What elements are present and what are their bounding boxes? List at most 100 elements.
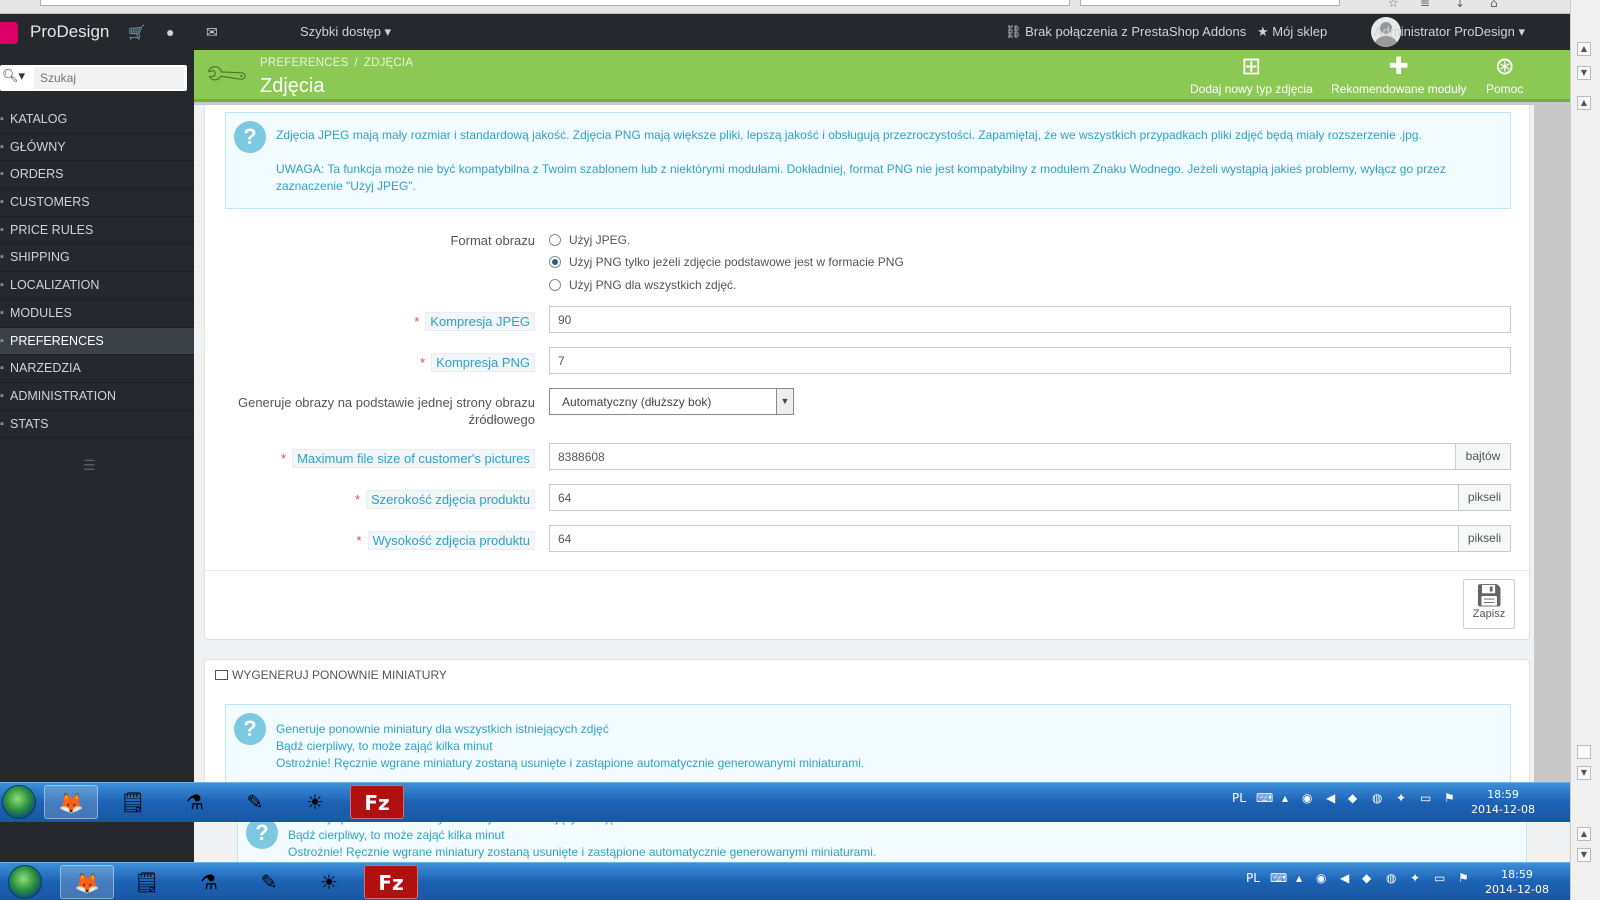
sidebar-item-administration[interactable]: ▪ ADMINISTRATION <box>0 383 194 411</box>
start-button[interactable] <box>8 865 42 899</box>
scroll-down-icon[interactable]: ▼ <box>1577 848 1591 862</box>
sidebar-item-glowny[interactable]: ▪ GŁÓWNY <box>0 134 194 162</box>
pencils-icon[interactable]: ✎ <box>228 785 282 819</box>
firefox-icon[interactable]: 🦊 <box>60 865 114 899</box>
scroll-down-icon[interactable]: ▼ <box>1577 766 1591 780</box>
firefox-icon[interactable]: 🦊 <box>44 785 98 819</box>
keyboard-icon[interactable]: ⌨ <box>1256 791 1273 805</box>
download-icon[interactable]: ↓ <box>1455 0 1465 10</box>
radio-use-jpeg[interactable]: Użyj JPEG. <box>549 233 630 247</box>
flask-icon[interactable]: ⚗ <box>168 785 222 819</box>
prestashop-logo-icon[interactable] <box>0 22 18 44</box>
sidebar-item-orders[interactable]: ▪ ORDERS <box>0 161 194 190</box>
bookmark-star-icon[interactable]: ☆ <box>1388 0 1399 10</box>
png-compression-input[interactable] <box>549 347 1511 374</box>
recommended-modules-button[interactable]: ✚ Rekomendowane moduły <box>1331 54 1466 97</box>
search-input[interactable] <box>34 67 184 89</box>
start-button[interactable] <box>2 785 36 819</box>
radio-button[interactable] <box>549 278 561 291</box>
cart-icon[interactable]: 🛒 <box>128 24 145 41</box>
pencils-icon[interactable]: ✎ <box>242 865 296 899</box>
sidebar-item-price-rules[interactable]: ▪ PRICE RULES <box>0 217 194 245</box>
flask-icon[interactable]: ⚗ <box>182 865 236 899</box>
scroll-up-icon[interactable]: ▲ <box>1577 827 1591 841</box>
browser-search-bar[interactable] <box>1080 0 1340 6</box>
scroll-thumb[interactable] <box>1577 745 1591 759</box>
radio-png-all[interactable]: Użyj PNG dla wszystkich zdjęć. <box>549 278 736 292</box>
sidebar-item-katalog[interactable]: ▪ KATALOG <box>0 106 194 134</box>
keyboard-icon[interactable]: ⌨ <box>1270 871 1287 885</box>
bookmarks-icon[interactable]: ≡ <box>1420 0 1430 10</box>
wifi-icon[interactable]: ◍ <box>1372 791 1382 805</box>
gear-icon: ▪ <box>0 389 4 402</box>
tray-arrow-icon[interactable]: ▴ <box>1296 871 1302 885</box>
max-file-size-input[interactable] <box>549 443 1456 470</box>
flag-icon[interactable]: ⚑ <box>1444 791 1455 805</box>
filezilla-icon[interactable]: Fz <box>364 865 418 899</box>
mail-icon[interactable]: ✉ <box>206 24 218 41</box>
clock[interactable]: 18:59 2014-12-08 <box>1482 867 1552 897</box>
link-icon: ⛓ <box>1005 24 1026 39</box>
save-button[interactable]: 💾︎ Zapisz <box>1463 579 1515 629</box>
taskbar: 🦊 🗒 ⚗ ✎ ☀ Fz PL ⌨ ▴ ◉ ◀ ◆ ◍ ✦ ▭ ⚑ 18:59 2… <box>0 782 1570 822</box>
sidebar-item-stats[interactable]: ▪ STATS <box>0 411 194 439</box>
chevron-down-icon[interactable]: ▼ <box>776 389 793 414</box>
product-width-input[interactable] <box>549 484 1459 511</box>
filezilla-icon[interactable]: Fz <box>350 785 404 819</box>
app-tray-icon[interactable]: ◆ <box>1348 791 1357 805</box>
sidebar-item-customers[interactable]: ▪ CUSTOMERS <box>0 189 194 217</box>
address-bar[interactable] <box>40 0 1070 6</box>
language-indicator[interactable]: PL <box>1232 791 1246 805</box>
monitor-icon[interactable]: ▭ <box>1420 791 1431 805</box>
shield-icon[interactable]: ✦ <box>1410 871 1420 885</box>
flag-icon[interactable]: ⚑ <box>1458 871 1469 885</box>
sidebar-item-localization[interactable]: ▪ LOCALIZATION <box>0 272 194 300</box>
notepad-icon[interactable]: 🗒 <box>106 785 160 819</box>
quick-access-dropdown[interactable]: Szybki dostęp ▾ <box>300 24 391 40</box>
sidebar-item-shipping[interactable]: ▪ SHIPPING <box>0 244 194 273</box>
jpeg-compression-input[interactable] <box>549 306 1511 333</box>
volume-icon[interactable]: ◀ <box>1340 871 1349 885</box>
add-image-type-button[interactable]: ⊞ Dodaj nowy typ zdjęcia <box>1190 54 1313 97</box>
sun-icon[interactable]: ☀ <box>288 785 342 819</box>
clock[interactable]: 18:59 2014-12-08 <box>1468 787 1538 817</box>
scroll-up-icon[interactable]: ▲ <box>1577 42 1591 56</box>
breadcrumb-separator: / <box>354 57 358 69</box>
source-side-select[interactable]: Automatyczny (dłuższy bok) ▼ <box>549 388 794 415</box>
notepad-icon[interactable]: 🗒 <box>120 865 174 899</box>
tray-arrow-icon[interactable]: ▴ <box>1282 791 1288 805</box>
scroll-up-icon[interactable]: ▲ <box>1577 96 1591 110</box>
addons-link[interactable]: ⛓ Brak połączenia z PrestaShop Addons <box>1005 24 1246 40</box>
radio-button-selected[interactable] <box>549 255 561 268</box>
search-icon[interactable]: 🔍︎▾ <box>2 69 25 84</box>
home-icon[interactable]: ⌂ <box>1490 0 1498 10</box>
brand-name[interactable]: ProDesign <box>30 22 109 42</box>
scroll-down-icon[interactable]: ▼ <box>1577 66 1591 80</box>
vertical-scrollbar[interactable]: ▲ ▼ ▲ ▼ ▲ ▼ <box>1570 0 1600 900</box>
language-indicator[interactable]: PL <box>1246 871 1260 885</box>
localization-icon: ▪ <box>0 279 4 292</box>
help-button[interactable]: ⊛ Pomoc <box>1486 54 1523 97</box>
sidebar-item-modules[interactable]: ▪ MODULES <box>0 300 194 328</box>
user-menu[interactable]: Administrator ProDesign ▾ <box>1374 24 1525 40</box>
sun-icon[interactable]: ☀ <box>302 865 356 899</box>
app-tray-icon[interactable]: ◆ <box>1362 871 1371 885</box>
monitor-icon[interactable]: ▭ <box>1434 871 1445 885</box>
sidebar-item-narzedzia[interactable]: ▪ NARZEDZIA <box>0 355 194 383</box>
my-shop-link[interactable]: ★ Mój sklep <box>1257 24 1327 40</box>
product-height-input[interactable] <box>549 525 1459 552</box>
regenerate-info-alert: ? Generuje ponownie miniatury dla wszyst… <box>225 704 1511 782</box>
network-icon[interactable]: ◉ <box>1316 871 1326 885</box>
radio-png-if-png[interactable]: Użyj PNG tylko jeżeli zdjęcie podstawowe… <box>549 255 904 269</box>
breadcrumb-preferences[interactable]: PREFERENCES <box>260 57 348 69</box>
radio-button[interactable] <box>549 233 561 246</box>
volume-icon[interactable]: ◀ <box>1326 791 1335 805</box>
wifi-icon[interactable]: ◍ <box>1386 871 1396 885</box>
user-icon[interactable]: ● <box>166 24 174 40</box>
collapse-menu-icon[interactable]: ☰ <box>83 458 96 474</box>
sidebar-item-preferences[interactable]: ▪ PREFERENCES <box>0 327 194 356</box>
breadcrumb-images[interactable]: ZDJĘCIA <box>364 57 413 69</box>
question-icon: ? <box>234 713 266 745</box>
shield-icon[interactable]: ✦ <box>1396 791 1406 805</box>
network-icon[interactable]: ◉ <box>1302 791 1312 805</box>
